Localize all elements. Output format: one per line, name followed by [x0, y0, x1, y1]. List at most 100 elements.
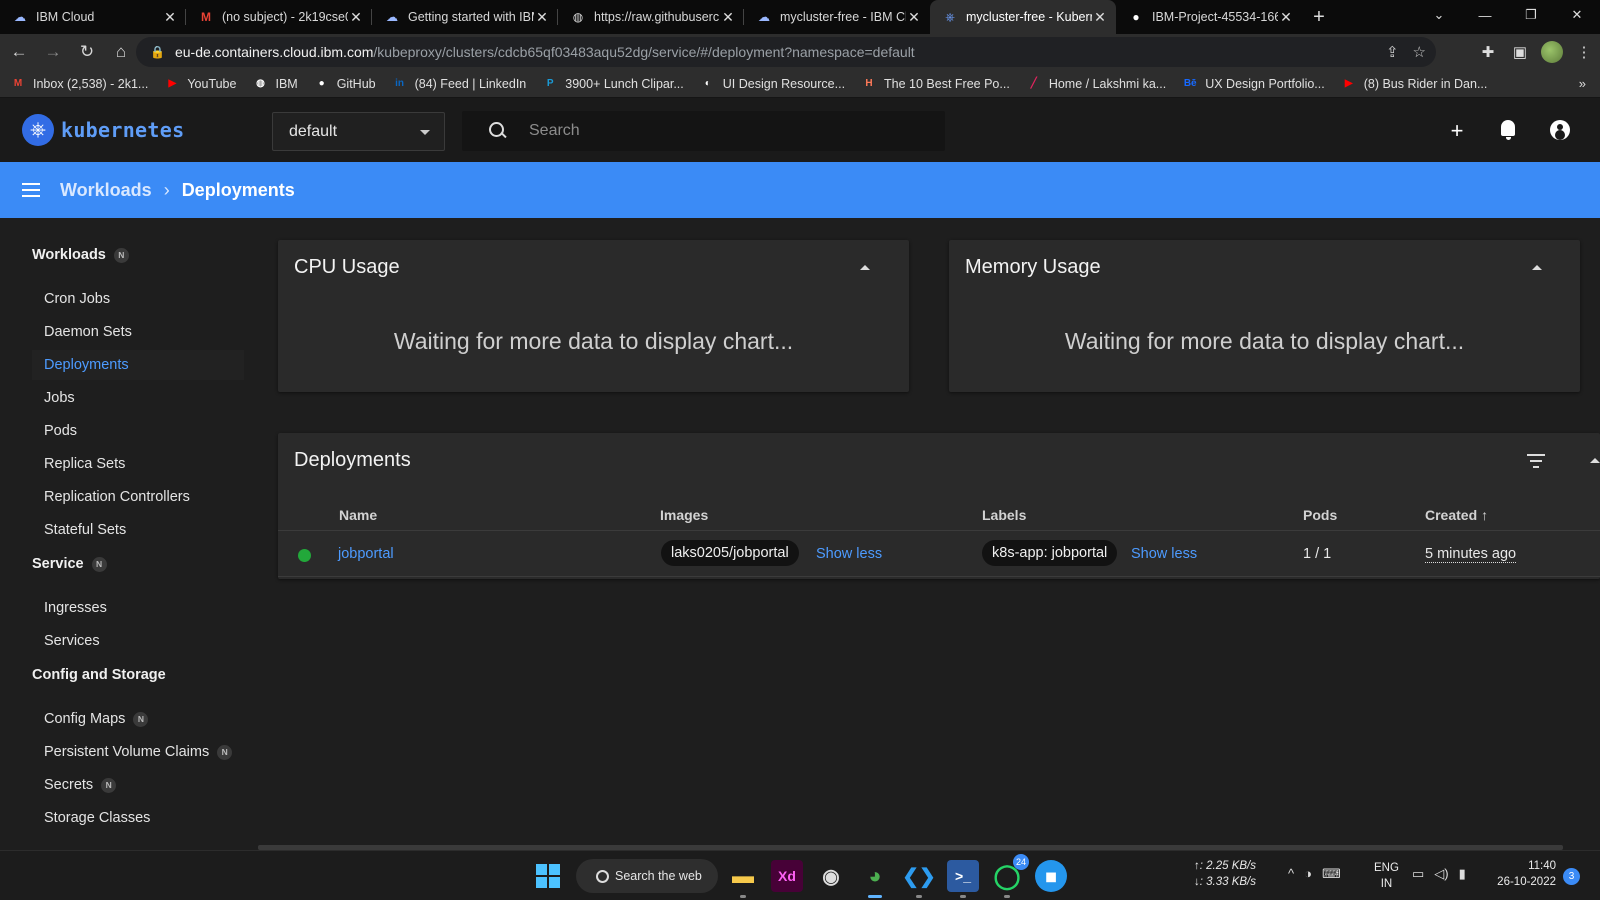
bookmark-item[interactable]: M Inbox (2,538) - 2k1...	[10, 77, 149, 91]
volume-icon[interactable]: ◁)	[1434, 866, 1448, 882]
minimize-button[interactable]: —	[1462, 0, 1508, 30]
sidebar-item-services[interactable]: Services	[32, 626, 244, 656]
browser-menu-icon[interactable]: ⋮	[1568, 37, 1600, 67]
sidebar-item-config-maps[interactable]: Config Maps N	[32, 704, 244, 734]
close-tab-icon[interactable]: ✕	[1092, 9, 1108, 26]
account-circle-icon[interactable]	[1548, 118, 1574, 144]
browser-tab-active[interactable]: ⎈ mycluster-free - Kuberr ✕	[930, 0, 1116, 34]
close-tab-icon[interactable]: ✕	[906, 9, 922, 26]
bookmark-item[interactable]: in (84) Feed | LinkedIn	[392, 77, 526, 91]
bookmark-item[interactable]: ● GitHub	[314, 77, 376, 91]
vscode-icon[interactable]: ❮❯	[902, 860, 936, 898]
bookmark-item[interactable]: ╱ Home / Lakshmi ka...	[1026, 77, 1166, 91]
docker-icon[interactable]: ◼	[1035, 860, 1067, 892]
bookmark-item[interactable]: H The 10 Best Free Po...	[861, 77, 1009, 91]
bookmark-item[interactable]: Bē UX Design Portfolio...	[1182, 77, 1325, 91]
powershell-icon[interactable]: >_	[947, 860, 979, 898]
images-show-less-link[interactable]: Show less	[816, 546, 882, 562]
breadcrumb-workloads[interactable]: Workloads	[60, 180, 152, 201]
restore-button[interactable]: ❐	[1508, 0, 1554, 30]
create-plus-icon[interactable]: +	[1444, 118, 1470, 144]
address-bar[interactable]: 🔒 eu-de.containers.cloud.ibm.com/kubepro…	[136, 37, 1436, 67]
collapse-arrow-icon[interactable]	[1532, 265, 1542, 270]
extensions-icon[interactable]: ✚	[1472, 37, 1504, 67]
browser-tab[interactable]: ◍ https://raw.githubuserc ✕	[558, 0, 744, 34]
collapse-arrow-icon[interactable]	[860, 265, 870, 270]
forward-button[interactable]: →	[38, 37, 68, 67]
sidebar-item-jobs[interactable]: Jobs	[32, 383, 244, 413]
sidebar-item-daemon-sets[interactable]: Daemon Sets	[32, 317, 244, 347]
new-tab-button[interactable]: +	[1302, 0, 1336, 34]
keyboard-icon[interactable]: ⌨	[1322, 866, 1341, 882]
browser-tab[interactable]: ☁ mycluster-free - IBM Cl ✕	[744, 0, 930, 34]
close-tab-icon[interactable]: ✕	[720, 9, 736, 26]
design-resource-icon: ◐	[704, 78, 711, 89]
home-button[interactable]: ⌂	[106, 37, 136, 67]
browser-tab[interactable]: ● IBM-Project-45534-166 ✕	[1116, 0, 1302, 34]
bookmark-item[interactable]: ◍ IBM	[252, 77, 298, 91]
profile-avatar[interactable]	[1536, 37, 1568, 67]
labels-show-less-link[interactable]: Show less	[1131, 546, 1197, 562]
whatsapp-icon[interactable]: ◯ 24	[991, 854, 1029, 898]
bookmark-item[interactable]: P 3900+ Lunch Clipar...	[542, 77, 684, 91]
sidebar-item-deployments[interactable]: Deployments	[32, 350, 244, 380]
tray-app-icon[interactable]: ◑	[1304, 866, 1312, 882]
hamburger-menu-icon[interactable]	[22, 183, 42, 197]
clock-app-icon[interactable]: ◉	[815, 860, 847, 892]
sidebar-group-service[interactable]: Service N	[32, 556, 107, 572]
notifications-bell-icon[interactable]	[1496, 118, 1522, 144]
column-name[interactable]: Name	[339, 507, 377, 523]
collapse-arrow-icon[interactable]	[1590, 458, 1600, 463]
browser-tab[interactable]: M (no subject) - 2k19cse0 ✕	[186, 0, 372, 34]
table-row[interactable]: jobportal laks0205/jobportal Show less k…	[278, 531, 1600, 577]
battery-icon[interactable]: ▮	[1459, 866, 1466, 882]
share-icon[interactable]: ⇪	[1386, 43, 1399, 61]
globe-icon: ◍	[256, 78, 265, 89]
close-tab-icon[interactable]: ✕	[1278, 9, 1294, 26]
taskbar-clock[interactable]: 11:40 26-10-2022	[1494, 858, 1556, 890]
chrome-icon[interactable]: ◕	[859, 860, 891, 898]
taskbar-search[interactable]: Search the web	[576, 859, 718, 893]
language-indicator[interactable]: ENG IN	[1374, 860, 1399, 892]
bookmark-item[interactable]: ▶ YouTube	[164, 77, 236, 91]
browser-tab[interactable]: ☁ IBM Cloud ✕	[0, 0, 186, 34]
column-created[interactable]: Created ↑	[1425, 507, 1488, 523]
filter-icon[interactable]	[1527, 454, 1545, 468]
reload-button[interactable]: ↻	[72, 37, 102, 67]
sidebar-item-label: Pods	[44, 423, 78, 439]
adobe-xd-icon[interactable]: Xd	[771, 860, 803, 892]
file-explorer-icon[interactable]: ▬	[727, 860, 759, 898]
sidebar-item-stateful-sets[interactable]: Stateful Sets	[32, 515, 244, 545]
sidebar-item-pods[interactable]: Pods	[32, 416, 244, 446]
close-tab-icon[interactable]: ✕	[534, 9, 550, 26]
lock-icon[interactable]: 🔒	[150, 45, 165, 59]
bookmark-star-icon[interactable]: ☆	[1413, 43, 1426, 61]
sidebar-item-replica-sets[interactable]: Replica Sets	[32, 449, 244, 479]
sidebar-item-secrets[interactable]: Secrets N	[32, 770, 244, 800]
sidebar-item-persistent-volume-claims[interactable]: Persistent Volume Claims N	[32, 737, 244, 767]
kubernetes-logo[interactable]: ⎈ kubernetes	[22, 114, 184, 146]
deployment-name-link[interactable]: jobportal	[338, 546, 394, 562]
close-tab-icon[interactable]: ✕	[162, 9, 178, 26]
chevron-up-icon[interactable]: ^	[1288, 866, 1294, 882]
namespace-selector[interactable]: default	[272, 112, 445, 151]
network-icon[interactable]: ▭	[1412, 866, 1424, 882]
back-button[interactable]: ←	[4, 37, 34, 67]
sidebar-item-cron-jobs[interactable]: Cron Jobs	[32, 284, 244, 314]
sidebar-item-storage-classes[interactable]: Storage Classes	[32, 803, 244, 833]
search-input[interactable]	[529, 122, 909, 140]
sidebar-item-ingresses[interactable]: Ingresses	[32, 593, 244, 623]
windows-start-icon[interactable]	[532, 860, 564, 892]
sidebar-item-replication-controllers[interactable]: Replication Controllers	[32, 482, 244, 512]
bookmark-item[interactable]: ▶ (8) Bus Rider in Dan...	[1341, 77, 1488, 91]
browser-tab[interactable]: ☁ Getting started with IBM ✕	[372, 0, 558, 34]
close-tab-icon[interactable]: ✕	[348, 9, 364, 26]
tab-search-icon[interactable]: ⌄	[1416, 0, 1462, 30]
close-window-button[interactable]: ✕	[1554, 0, 1600, 30]
bookmark-item[interactable]: ◐ UI Design Resource...	[700, 77, 845, 91]
sidebar-group-config-and-storage[interactable]: Config and Storage	[32, 667, 166, 683]
side-panel-icon[interactable]: ▣	[1504, 37, 1536, 67]
notification-count-badge[interactable]: 3	[1563, 868, 1580, 885]
bookmarks-overflow-icon[interactable]: »	[1579, 76, 1586, 91]
sidebar-group-workloads[interactable]: Workloads N	[32, 247, 129, 263]
